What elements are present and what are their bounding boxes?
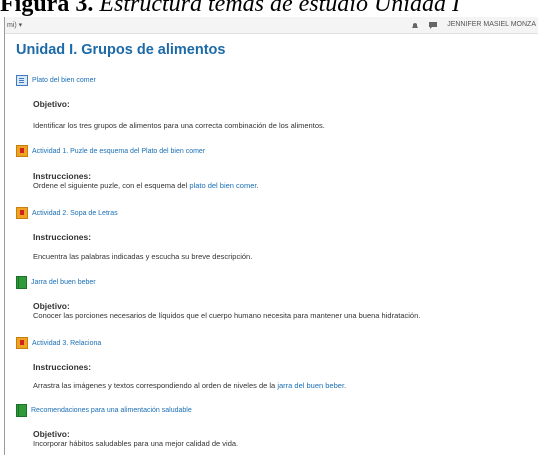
instrucciones-label: Instrucciones: — [33, 232, 92, 242]
course-page: mi) ▾ JENNIFER MASIEL MONZA Unidad I. Gr… — [4, 17, 538, 455]
activity-icon — [16, 207, 28, 219]
instruction-text-part: . — [344, 381, 347, 390]
activity-label: Actividad 3. Relaciona — [32, 339, 102, 347]
instrucciones-text: Ordene el siguiente puzle, con el esquem… — [33, 181, 259, 190]
activity-link-sopa[interactable]: Actividad 2. Sopa de Letras — [16, 206, 118, 220]
objetivo-text: Identificar los tres grupos de alimentos… — [33, 121, 325, 130]
activity-label: Recomendaciones para una alimentación sa… — [31, 406, 192, 414]
top-navbar: mi) ▾ JENNIFER MASIEL MONZA — [5, 17, 538, 34]
book-icon — [16, 275, 27, 289]
instrucciones-text: Arrastra las imágenes y textos correspon… — [33, 381, 346, 390]
activity-link-jarra[interactable]: Jarra del buen beber — [16, 275, 96, 289]
activity-link-recomendaciones[interactable]: Recomendaciones para una alimentación sa… — [16, 403, 192, 417]
instruction-text-part: . — [256, 181, 259, 190]
messages-icon[interactable] — [429, 21, 438, 29]
objetivo-text: Conocer las porciones necesarios de líqu… — [33, 311, 421, 320]
caption-rest: Estructura temas de estudio Unidad I — [99, 0, 460, 17]
language-menu[interactable]: mi) ▾ — [7, 21, 22, 29]
activity-label: Actividad 2. Sopa de Letras — [32, 209, 118, 217]
book-icon — [16, 403, 27, 417]
plato-bien-comer-link[interactable]: plato del bien comer — [189, 181, 256, 190]
instruction-text-part: Arrastra las imágenes y textos correspon… — [33, 381, 278, 390]
jarra-buen-beber-link[interactable]: jarra del buen beber — [277, 381, 344, 390]
caption-bold: Figura 3. — [0, 0, 94, 17]
plato-icon — [16, 74, 28, 86]
instrucciones-text: Encuentra las palabras indicadas y escuc… — [33, 252, 253, 261]
instrucciones-label: Instrucciones: — [33, 171, 92, 181]
objetivo-label: Objetivo: — [33, 99, 70, 109]
activity-link-relaciona[interactable]: Actividad 3. Relaciona — [16, 336, 101, 350]
objetivo-label: Objetivo: — [33, 301, 70, 311]
activity-label: Jarra del buen beber — [31, 278, 96, 286]
activity-icon — [16, 145, 28, 157]
notifications-icon[interactable] — [411, 22, 419, 28]
objetivo-label: Objetivo: — [33, 429, 70, 439]
activity-icon — [16, 337, 28, 349]
instrucciones-label: Instrucciones: — [33, 362, 92, 372]
activity-label: Plato del bien comer — [32, 76, 96, 84]
objetivo-text: Incorporar hábitos saludables para una m… — [33, 439, 239, 448]
instruction-text-part: Ordene el siguiente puzle, con el esquem… — [33, 181, 190, 190]
user-menu[interactable]: JENNIFER MASIEL MONZA — [447, 21, 536, 28]
activity-link-plato[interactable]: Plato del bien comer — [16, 73, 96, 87]
activity-link-puzle[interactable]: Actividad 1. Puzle de esquema del Plato … — [16, 144, 205, 158]
activity-label: Actividad 1. Puzle de esquema del Plato … — [32, 147, 206, 155]
page-title: Unidad I. Grupos de alimentos — [16, 42, 226, 58]
